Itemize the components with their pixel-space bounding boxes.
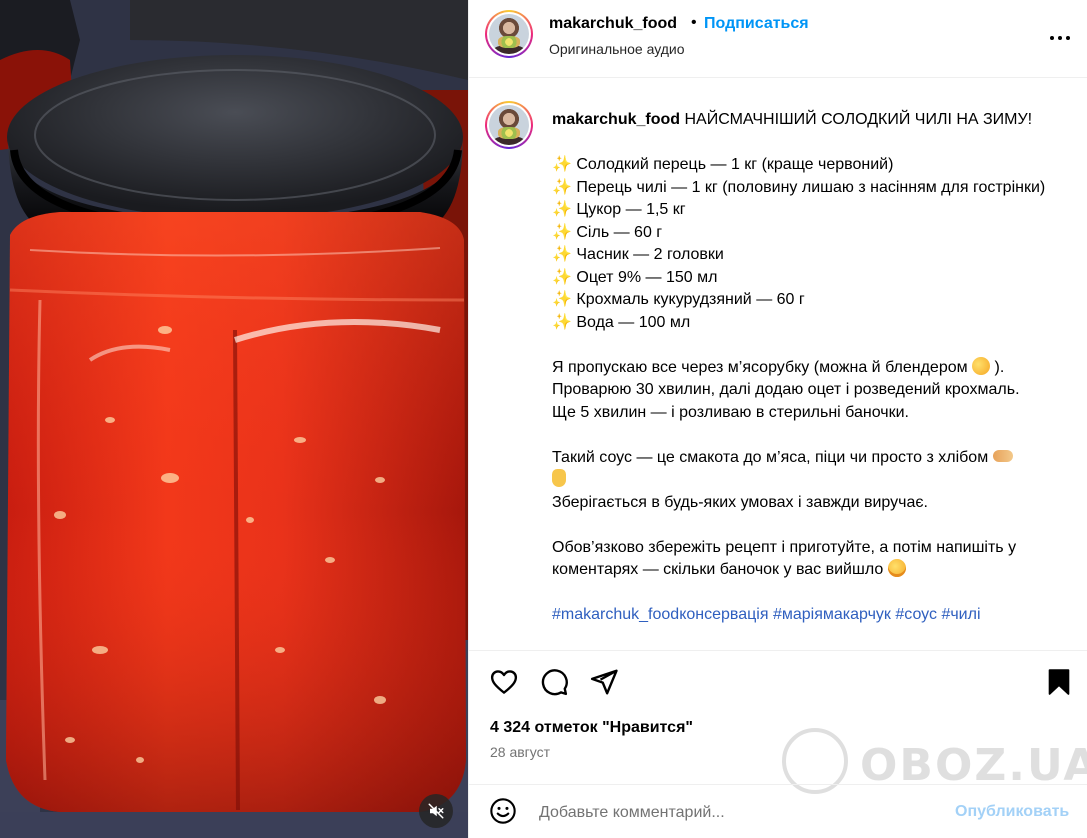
muted-speaker-icon: [428, 803, 444, 819]
post-date[interactable]: 28 август: [490, 744, 550, 760]
caption-title: НАЙСМАЧНІШИЙ СОЛОДКИЙ ЧИЛІ НА ЗИМУ!: [684, 111, 1033, 128]
call-to-action-paragraph: Обов’язково збережіть рецепт і приготуйт…: [552, 538, 1017, 579]
sparkles-icon: ✨: [552, 201, 572, 218]
comment-icon: [541, 669, 568, 696]
grinning-sweat-emoji-icon: [887, 559, 906, 577]
post-actions-bar: [469, 650, 1087, 714]
method-paragraph: Я пропускаю все через м’ясорубку (можна …: [552, 356, 1020, 421]
share-button[interactable]: [589, 667, 621, 699]
author-avatar[interactable]: [485, 10, 533, 58]
ingredient-item: ✨ Оцет 9% — 150 мл: [552, 268, 718, 286]
sparkles-icon: ✨: [552, 223, 572, 241]
caption-author-avatar[interactable]: [485, 101, 533, 149]
header-separator: •: [691, 14, 697, 31]
bookmark-icon: [1048, 669, 1070, 695]
author-username[interactable]: makarchuk_food: [549, 15, 677, 33]
ingredient-item: ✨ Крохмаль кукурудзяний — 60 г: [552, 291, 805, 308]
bread-emoji-icon: [992, 449, 1013, 462]
sparkles-icon: ✨: [552, 291, 572, 308]
sparkles-icon: ✨: [552, 246, 572, 263]
post-header: makarchuk_food • Подписаться Оригинально…: [469, 0, 1087, 78]
sparkles-icon: ✨: [552, 156, 572, 173]
mute-button[interactable]: [419, 794, 453, 828]
heart-icon: [490, 670, 518, 694]
likes-count[interactable]: 4 324 отметок "Нравится": [490, 719, 693, 737]
ingredient-item: ✨ Перець чилі — 1 кг (половину лишаю з н…: [552, 178, 1046, 196]
comment-input[interactable]: [539, 801, 939, 825]
ingredient-item: ✨ Сіль — 60 г: [552, 223, 663, 241]
sparkles-icon: ✨: [552, 178, 572, 196]
sparkles-icon: ✨: [552, 268, 572, 286]
original-audio-link[interactable]: Оригинальное аудио: [549, 41, 685, 57]
hashtag-link[interactable]: #чилі: [941, 606, 980, 623]
share-icon: [590, 669, 618, 695]
ingredient-item: ✨ Солодкий перець — 1 кг (краще червоний…: [552, 156, 894, 173]
more-options-button[interactable]: [1044, 22, 1076, 54]
ingredient-item: ✨ Часник — 2 головки: [552, 246, 724, 263]
caption-text: makarchuk_food НАЙСМАЧНІШИЙ СОЛОДКИЙ ЧИЛ…: [552, 109, 1077, 627]
ingredient-list: ✨ Солодкий перець — 1 кг (краще червоний…: [552, 154, 1077, 334]
hashtag-list: #makarchuk_foodконсервація #маріямакарчу…: [552, 604, 1077, 627]
sparkles-icon: ✨: [552, 313, 572, 331]
more-icon: [1050, 36, 1054, 40]
hashtag-link[interactable]: #соус: [895, 606, 937, 623]
post-caption: makarchuk_food НАЙСМАЧНІШИЙ СОЛОДКИЙ ЧИЛ…: [469, 79, 1087, 649]
hashtag-link[interactable]: #makarchuk_foodконсервація: [552, 606, 769, 623]
save-button[interactable]: [1044, 667, 1076, 699]
emoji-picker-button[interactable]: [489, 797, 519, 827]
post-comment-button[interactable]: Опубликовать: [955, 803, 1069, 821]
like-button[interactable]: [489, 667, 521, 699]
ingredient-item: ✨ Цукор — 1,5 кг: [552, 201, 686, 218]
caption-username[interactable]: makarchuk_food: [552, 111, 680, 128]
sauce-jar-image: [0, 0, 468, 838]
ok-hand-emoji-icon: [552, 469, 566, 487]
smiling-face-emoji-icon: [972, 356, 991, 375]
comment-button[interactable]: [539, 667, 571, 699]
follow-button[interactable]: Подписаться: [704, 15, 809, 33]
emoji-icon: [490, 798, 516, 824]
comment-box: Опубликовать: [469, 784, 1087, 838]
hashtag-link[interactable]: #маріямакарчук: [773, 606, 891, 623]
post-media-video[interactable]: [0, 0, 468, 838]
ingredient-item: ✨ Вода — 100 мл: [552, 313, 691, 331]
post-details-panel: makarchuk_food • Подписаться Оригинально…: [468, 0, 1087, 838]
serving-paragraph: Такий соус — це смакота до м’яса, піци ч…: [552, 447, 1077, 515]
